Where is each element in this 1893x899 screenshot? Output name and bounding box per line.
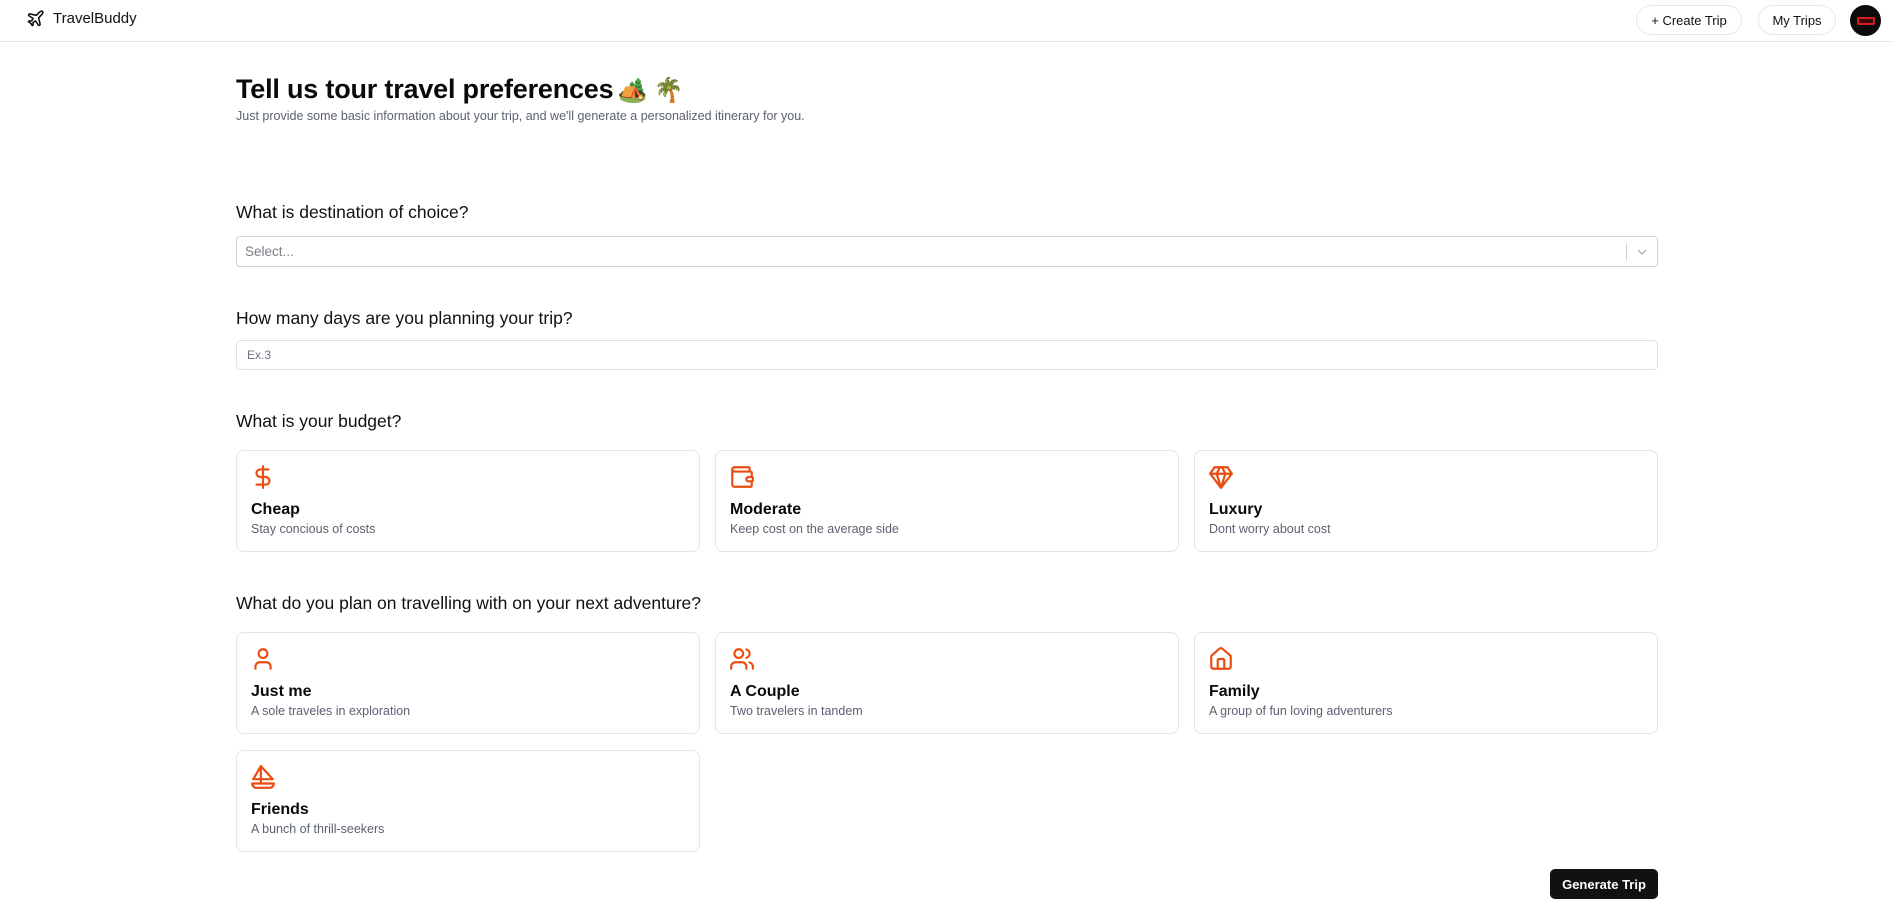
dollar-icon xyxy=(250,464,276,490)
budget-option-title: Luxury xyxy=(1209,501,1263,518)
brand[interactable]: TravelBuddy xyxy=(26,9,137,28)
budget-option-luxury[interactable]: Luxury Dont worry about cost xyxy=(1194,450,1658,552)
brand-name: TravelBuddy xyxy=(53,10,137,27)
budget-option-desc: Stay concious of costs xyxy=(251,522,376,536)
traveler-option-title: Just me xyxy=(251,683,312,700)
create-trip-button[interactable]: + Create Trip xyxy=(1636,5,1742,35)
page-title-emoji: 🏕️ 🌴 xyxy=(617,77,684,104)
traveler-option-title: Friends xyxy=(251,801,309,818)
top-navbar: TravelBuddy + Create Trip My Trips xyxy=(0,0,1893,42)
sailboat-icon xyxy=(250,764,276,790)
plane-icon xyxy=(27,10,44,27)
destination-select-placeholder: Select... xyxy=(245,244,294,259)
traveler-option-title: A Couple xyxy=(730,683,800,700)
home-icon xyxy=(1208,646,1234,672)
budget-option-moderate[interactable]: Moderate Keep cost on the average side xyxy=(715,450,1179,552)
traveler-option-desc: Two travelers in tandem xyxy=(730,704,863,718)
destination-select[interactable]: Select... xyxy=(236,236,1658,267)
page-title-text: Tell us tour travel preferences xyxy=(236,74,614,104)
chevron-down-icon[interactable] xyxy=(1635,245,1649,259)
traveler-option-title: Family xyxy=(1209,683,1260,700)
users-icon xyxy=(729,646,755,672)
destination-question: What is destination of choice? xyxy=(236,202,469,222)
days-question: How many days are you planning your trip… xyxy=(236,308,573,328)
page-subtitle: Just provide some basic information abou… xyxy=(236,109,805,123)
page-title: Tell us tour travel preferences 🏕️ 🌴 xyxy=(236,74,683,105)
traveler-option-friends[interactable]: Friends A bunch of thrill-seekers xyxy=(236,750,700,852)
traveler-option-couple[interactable]: A Couple Two travelers in tandem xyxy=(715,632,1179,734)
travelers-question: What do you plan on travelling with on y… xyxy=(236,593,702,613)
budget-option-desc: Keep cost on the average side xyxy=(730,522,899,536)
budget-option-title: Moderate xyxy=(730,501,802,518)
wallet-icon xyxy=(729,464,755,490)
days-input[interactable] xyxy=(236,340,1658,370)
avatar-image xyxy=(1856,16,1875,25)
budget-option-title: Cheap xyxy=(251,501,300,518)
traveler-option-desc: A bunch of thrill-seekers xyxy=(251,822,385,836)
budget-option-cheap[interactable]: Cheap Stay concious of costs xyxy=(236,450,700,552)
avatar[interactable] xyxy=(1850,5,1881,36)
traveler-option-desc: A sole traveles in exploration xyxy=(251,704,411,718)
budget-question: What is your budget? xyxy=(236,411,402,431)
select-separator xyxy=(1626,243,1627,261)
gem-icon xyxy=(1208,464,1234,490)
traveler-option-family[interactable]: Family A group of fun loving adventurers xyxy=(1194,632,1658,734)
my-trips-button[interactable]: My Trips xyxy=(1758,5,1836,35)
user-icon xyxy=(250,646,276,672)
generate-trip-button[interactable]: Generate Trip xyxy=(1550,869,1658,899)
traveler-option-desc: A group of fun loving adventurers xyxy=(1209,704,1393,718)
budget-option-desc: Dont worry about cost xyxy=(1209,522,1331,536)
traveler-option-just-me[interactable]: Just me A sole traveles in exploration xyxy=(236,632,700,734)
